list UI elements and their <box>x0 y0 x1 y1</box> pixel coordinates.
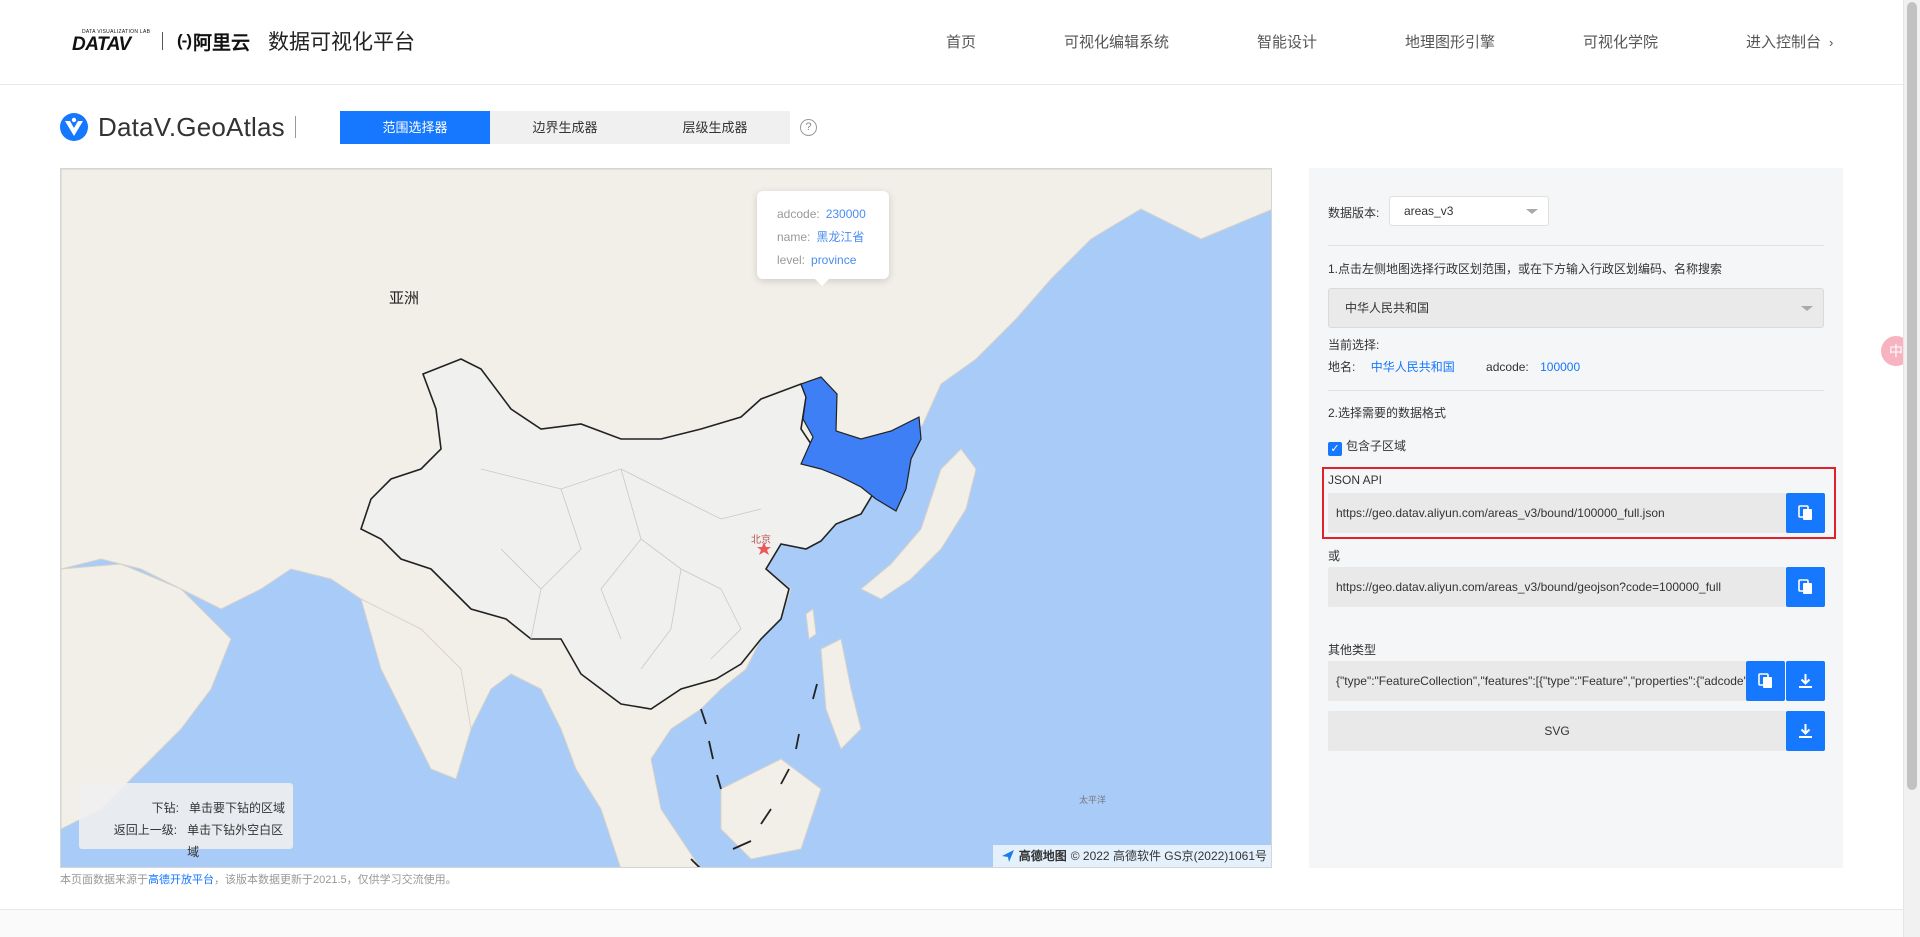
download-icon <box>1799 724 1812 738</box>
tab-range-selector[interactable]: 范围选择器 <box>340 111 490 144</box>
download-icon <box>1799 674 1812 688</box>
geojson-url-field[interactable]: https://geo.datav.aliyun.com/areas_v3/bo… <box>1328 567 1786 607</box>
map-help-box: 下钻: 单击要下钻的区域 返回上一级: 单击下钻外空白区域 <box>79 783 293 859</box>
region-search-value: 中华人民共和国 <box>1345 301 1430 315</box>
footer-bar <box>0 909 1903 937</box>
config-panel: 数据版本: areas_v3 1.点击左侧地图选择行政区划范围，或在下方输入行政… <box>1309 168 1843 868</box>
map-canvas[interactable]: 亚洲 北京 太平洋 adcode: 230000 name: 黑龙江省 level:… <box>60 168 1272 868</box>
other-types-label: 其他类型 <box>1328 643 1377 657</box>
tooltip-level-label: level: <box>777 253 806 267</box>
copy-other-types-button[interactable] <box>1746 661 1785 701</box>
version-select[interactable]: areas_v3 <box>1389 196 1549 226</box>
adcode-value[interactable]: 100000 <box>1540 360 1580 374</box>
region-search-select[interactable]: 中华人民共和国 <box>1328 288 1824 328</box>
drill-down-label: 下钻: <box>151 801 179 815</box>
nav-item-geo-engine[interactable]: 地理图形引擎 <box>1405 31 1495 52</box>
step1-text: 1.点击左侧地图选择行政区划范围，或在下方输入行政区划编码、名称搜索 <box>1328 262 1723 276</box>
brand-separator <box>162 32 163 50</box>
scrollbar-thumb[interactable] <box>1907 2 1917 790</box>
top-navbar: DATA VISUALIZATION LAB DATAV (-) 阿里云 数据可… <box>0 0 1903 85</box>
place-value[interactable]: 中华人民共和国 <box>1371 360 1455 374</box>
geoatlas-title: DataV.GeoAtlas <box>98 111 285 142</box>
download-other-types-button[interactable] <box>1786 661 1825 701</box>
amap-name: 高德地图 <box>1018 849 1067 863</box>
or-label: 或 <box>1328 549 1341 563</box>
version-value: areas_v3 <box>1404 204 1454 218</box>
tooltip-adcode-label: adcode: <box>777 207 820 221</box>
tooltip-adcode-row: adcode: 230000 <box>777 203 889 226</box>
nav-item-console[interactable]: 进入控制台 › <box>1746 31 1833 52</box>
geoatlas-divider <box>294 116 296 138</box>
current-selection-row: 地名: 中华人民共和国 adcode: 100000 <box>1328 358 1580 375</box>
copy-icon <box>1798 579 1812 594</box>
aliyun-logo: (-) 阿里云 <box>177 28 250 55</box>
map-help-back-row: 返回上一级: 单击下钻外空白区域 <box>79 819 293 863</box>
include-children-label: 包含子区域 <box>1346 439 1407 453</box>
copy-geojson-button[interactable] <box>1786 567 1825 607</box>
divider <box>1328 390 1824 391</box>
json-api-url-field[interactable]: https://geo.datav.aliyun.com/areas_v3/bo… <box>1328 493 1786 533</box>
source-note-suffix: ，该版本数据更新于2021.5，仅供学习交流使用。 <box>214 874 457 886</box>
include-children-checkbox[interactable]: ✓ 包含子区域 <box>1328 437 1406 456</box>
back-text: 单击下钻外空白区域 <box>187 823 284 859</box>
help-icon[interactable]: ? <box>800 119 817 136</box>
svg-field[interactable]: SVG <box>1328 711 1786 751</box>
tool-tabs: 范围选择器 边界生成器 层级生成器 <box>340 111 790 144</box>
tooltip-name-label: name: <box>777 230 811 244</box>
drill-down-text: 单击要下钻的区域 <box>189 801 286 815</box>
tooltip-adcode-value: 230000 <box>825 207 866 221</box>
amap-logo-icon <box>1001 850 1014 862</box>
nav-item-home[interactable]: 首页 <box>946 31 976 52</box>
divider <box>1328 245 1824 246</box>
aliyun-name: 阿里云 <box>192 32 250 54</box>
aliyun-bracket-icon: (-) <box>177 31 192 50</box>
source-note-prefix: 本页面数据来源于 <box>60 874 148 886</box>
tab-boundary-generator[interactable]: 边界生成器 <box>490 111 640 144</box>
platform-title: 数据可视化平台 <box>268 31 415 54</box>
map-help-drill-row: 下钻: 单击要下钻的区域 <box>79 797 293 819</box>
tab-level-generator[interactable]: 层级生成器 <box>640 111 790 144</box>
tooltip-name-row: name: 黑龙江省 <box>777 226 889 249</box>
chevron-down-icon <box>1526 209 1538 214</box>
datav-wordmark: DATAV <box>72 34 131 55</box>
nav-item-editor[interactable]: 可视化编辑系统 <box>1064 31 1169 52</box>
brand[interactable]: DATA VISUALIZATION LAB DATAV (-) 阿里云 数据可… <box>72 26 415 56</box>
copy-icon <box>1758 673 1772 688</box>
copy-json-api-button[interactable] <box>1786 493 1825 533</box>
tooltip-level-value: province <box>811 253 857 267</box>
checkbox-checked-icon[interactable]: ✓ <box>1328 442 1342 456</box>
other-types-field[interactable]: {"type":"FeatureCollection","features":[… <box>1328 661 1746 701</box>
nav-item-design[interactable]: 智能设计 <box>1257 31 1317 52</box>
chevron-right-icon: › <box>1829 35 1834 50</box>
datav-logo: DATA VISUALIZATION LAB DATAV <box>72 29 150 55</box>
chevron-down-icon <box>1801 306 1813 311</box>
map-svg[interactable] <box>61 169 1272 868</box>
source-note: 本页面数据来源于高德开放平台，该版本数据更新于2021.5，仅供学习交流使用。 <box>60 871 457 887</box>
geoatlas-logo-icon <box>60 113 88 141</box>
download-svg-button[interactable] <box>1786 711 1825 751</box>
adcode-label: adcode: <box>1486 360 1529 374</box>
tooltip-level-row: level: province <box>777 249 889 272</box>
tooltip-name-value: 黑龙江省 <box>816 230 865 244</box>
step2-text: 2.选择需要的数据格式 <box>1328 406 1447 420</box>
json-api-label: JSON API <box>1328 473 1383 487</box>
map-copyright: 高德地图 © 2022 高德软件 GS京(2022)1061号 <box>992 845 1271 867</box>
region-tooltip: adcode: 230000 name: 黑龙江省 level: province <box>757 191 889 286</box>
capital-label: 北京 <box>751 535 771 546</box>
copy-icon <box>1798 505 1812 520</box>
version-label: 数据版本: <box>1328 206 1380 220</box>
continent-label: 亚洲 <box>389 290 420 307</box>
source-link[interactable]: 高德开放平台 <box>148 874 214 886</box>
ocean-label: 太平洋 <box>1079 795 1107 805</box>
place-label: 地名: <box>1328 360 1356 374</box>
copyright-text: © 2022 高德软件 GS京(2022)1061号 <box>1070 849 1267 863</box>
geoatlas-header: DataV.GeoAtlas <box>58 110 296 144</box>
back-label: 返回上一级: <box>113 823 178 837</box>
page-scrollbar[interactable] <box>1903 0 1920 937</box>
nav-item-academy[interactable]: 可视化学院 <box>1583 31 1658 52</box>
current-selection-label: 当前选择: <box>1328 338 1380 352</box>
console-label: 进入控制台 <box>1746 34 1822 51</box>
